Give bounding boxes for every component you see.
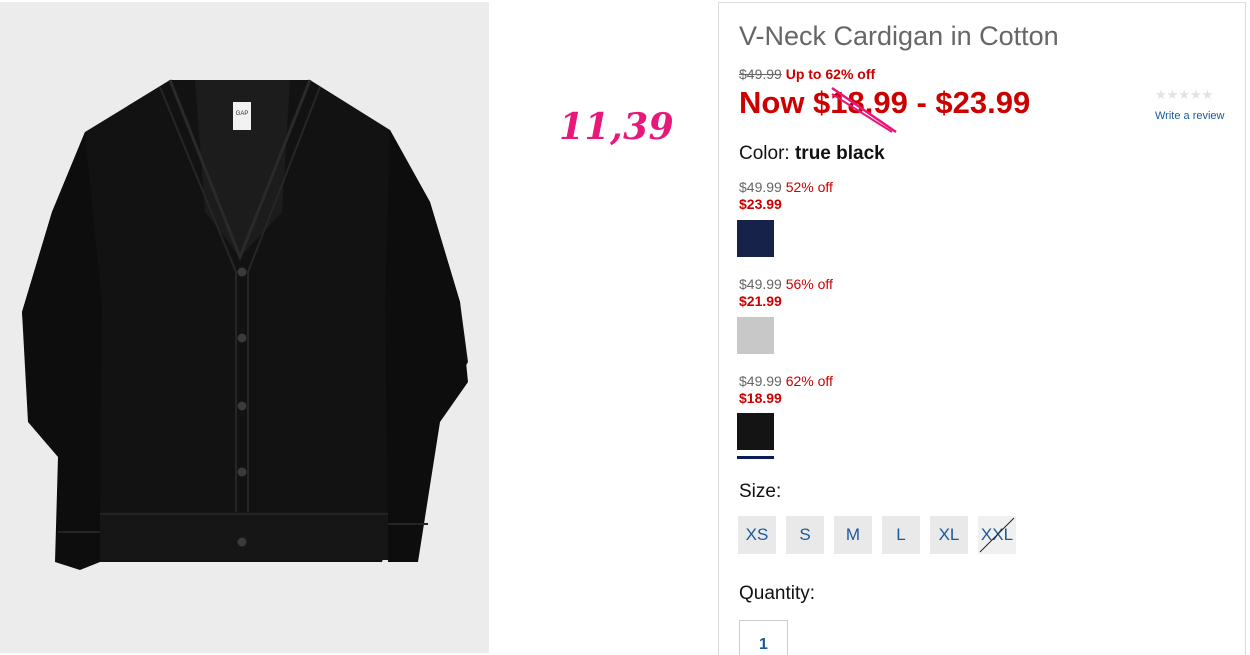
color-label: Color: <box>739 143 790 164</box>
variant-sale-price: $18.99 <box>739 390 782 406</box>
variant-sale-price: $23.99 <box>739 196 782 212</box>
variant-sale-price: $21.99 <box>739 293 782 309</box>
color-value: true black <box>794 143 885 164</box>
product-info-panel: V-Neck Cardigan in Cotton $49.99 Up to 6… <box>718 2 1246 655</box>
size-button-m[interactable]: M <box>834 516 872 554</box>
product-page: GAP 11,39 V-Neck Cardigan in Cotton $49.… <box>0 0 1250 655</box>
size-button-xs[interactable]: XS <box>738 516 776 554</box>
variant-price-navy: $49.99 52% off $23.99 <box>739 179 833 212</box>
size-button-l[interactable]: L <box>882 516 920 554</box>
scribble-strike-mark <box>831 86 897 134</box>
handwritten-price-note: 11,39 <box>559 106 675 148</box>
size-button-xxl-unavailable[interactable]: XXL <box>978 516 1016 554</box>
quantity-input[interactable]: 1 <box>739 620 788 655</box>
swatch-true-black[interactable] <box>737 413 774 450</box>
variant-price-black: $49.99 62% off $18.99 <box>739 373 833 406</box>
product-title: V-Neck Cardigan in Cotton <box>739 21 1059 51</box>
quantity-label: Quantity: <box>739 583 816 604</box>
original-price: $49.99 <box>739 66 782 82</box>
variant-original-price: $49.99 <box>739 179 782 195</box>
svg-text:GAP: GAP <box>236 111 249 117</box>
rating-widget: ★★★★★ Write a review <box>1155 87 1235 122</box>
cardigan-illustration: GAP <box>22 79 468 570</box>
color-selection: Color: true black <box>739 143 885 165</box>
price-summary: $49.99 Up to 62% off <box>739 66 875 82</box>
variant-discount: 52% off <box>785 179 833 195</box>
variant-discount: 62% off <box>785 373 833 389</box>
product-image[interactable]: GAP <box>0 2 489 653</box>
swatch-heather-grey[interactable] <box>737 317 774 354</box>
size-button-s[interactable]: S <box>786 516 824 554</box>
size-button-xl[interactable]: XL <box>930 516 968 554</box>
variant-original-price: $49.99 <box>739 373 782 389</box>
rating-stars-icon: ★★★★★ <box>1155 87 1214 102</box>
variant-original-price: $49.99 <box>739 276 782 292</box>
variant-discount: 56% off <box>785 276 833 292</box>
write-review-link[interactable]: Write a review <box>1155 110 1235 122</box>
swatch-navy[interactable] <box>737 220 774 257</box>
size-label: Size: <box>739 481 782 502</box>
selected-swatch-indicator <box>737 456 774 459</box>
variant-price-grey: $49.99 56% off $21.99 <box>739 276 833 309</box>
unavailable-cross-icon <box>979 517 1015 553</box>
discount-badge: Up to 62% off <box>785 66 876 82</box>
